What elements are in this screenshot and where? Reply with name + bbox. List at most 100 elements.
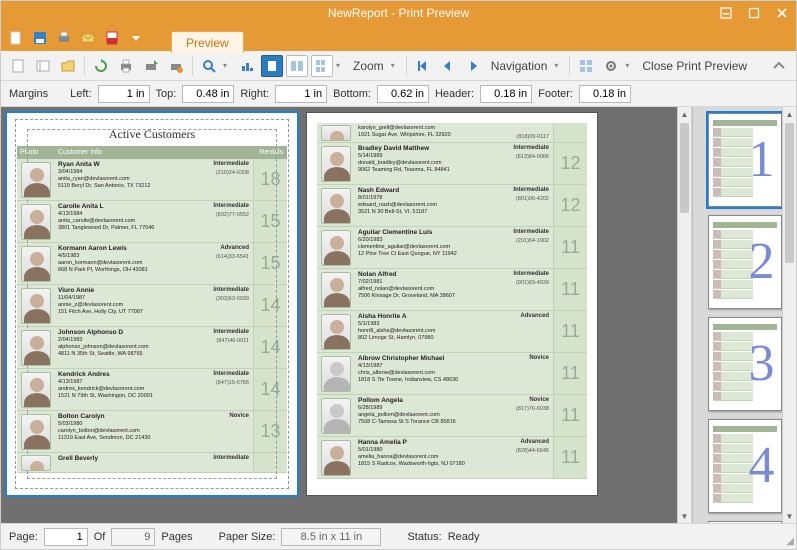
- margin-left-input[interactable]: [98, 85, 150, 103]
- print-layout-icon[interactable]: [32, 55, 54, 77]
- table-row: karolyn_grell@devlasorent.com1921 Sugar …: [317, 123, 587, 143]
- preview-scrollbar[interactable]: ▲ ▼: [677, 107, 691, 523]
- minimize-button[interactable]: [712, 1, 740, 25]
- scroll-up-icon[interactable]: ▲: [678, 107, 691, 121]
- thumbnails-toggle-icon[interactable]: [575, 55, 597, 77]
- margin-left-label: Left:: [70, 88, 91, 100]
- margin-header-input[interactable]: [480, 85, 532, 103]
- customer-info: Grell BeverlyIntermediate: [55, 453, 253, 472]
- thumbnail-page-3[interactable]: 3: [708, 317, 782, 411]
- table-row: Bradley David Matthew5/14/1989donald_bra…: [317, 143, 587, 185]
- one-page-icon[interactable]: [261, 55, 283, 77]
- print-options-icon[interactable]: [165, 55, 187, 77]
- print-icon[interactable]: [115, 55, 137, 77]
- margin-header-label: Header:: [435, 88, 474, 100]
- thumbnails-scrollbar[interactable]: ▲ ▼: [782, 107, 796, 523]
- window-title: NewReport - Print Preview: [328, 6, 469, 20]
- qat-save-icon[interactable]: [31, 29, 49, 47]
- ribbon-tab-preview[interactable]: Preview: [171, 31, 244, 53]
- thumb-scroll-up-icon[interactable]: ▲: [783, 107, 796, 121]
- thumb-scroll-down-icon[interactable]: ▼: [783, 509, 796, 523]
- thumbnail-page-2[interactable]: 2: [708, 215, 782, 309]
- customer-info: Pollom Angela6/28/1989angela_pollom@devl…: [355, 395, 553, 436]
- margin-top-input[interactable]: [182, 85, 234, 103]
- table-row: Johnson Alphonso D2/04/1983alphonso_john…: [17, 327, 287, 369]
- navigation-dropdown[interactable]: ▾: [554, 61, 564, 70]
- table-row: Hanna Amelia P5/01/1980amelia_hanna@devl…: [317, 437, 587, 479]
- view-dropdown[interactable]: ▾: [625, 61, 635, 70]
- status-value: Ready: [448, 531, 480, 543]
- ribbon-collapse-icon[interactable]: [768, 55, 790, 77]
- margin-right-input[interactable]: [275, 85, 327, 103]
- zoom-dropdown[interactable]: ▾: [391, 61, 401, 70]
- next-page-icon[interactable]: [462, 55, 484, 77]
- status-bar: Page: Of Pages Paper Size: Status: Ready…: [1, 523, 796, 549]
- thumb-scroll-thumb[interactable]: [785, 123, 794, 263]
- page-setup-icon[interactable]: [7, 55, 29, 77]
- titlebar: NewReport - Print Preview: [1, 1, 796, 25]
- margin-bottom-input[interactable]: [377, 85, 429, 103]
- table-row: Carolle Anita L4/13/1984anita_carolle@de…: [17, 201, 287, 243]
- avatar: [21, 162, 51, 198]
- rentals-count: 12: [553, 143, 587, 184]
- table-row: Pollom Angela6/28/1989angela_pollom@devl…: [317, 395, 587, 437]
- margin-footer-input[interactable]: [579, 85, 631, 103]
- customer-info: Nolan Alfred7/02/1981alfred_nolan@devlas…: [355, 269, 553, 310]
- preview-page-2[interactable]: karolyn_grell@devlasorent.com1921 Sugar …: [307, 113, 597, 495]
- rentals-count: 11: [553, 227, 587, 268]
- customer-info: Ryan Anita W3/04/1984anita_ryan@devlasor…: [55, 159, 253, 200]
- maximize-button[interactable]: [740, 1, 768, 25]
- table-row: Aguilar Clementine Luis6/20/1983clementi…: [317, 227, 587, 269]
- magnifier-dropdown[interactable]: ▾: [223, 61, 233, 70]
- page-layout-dropdown[interactable]: ▾: [336, 61, 346, 70]
- preview-pane[interactable]: Active Customers Photo Customer Info Ren…: [1, 107, 692, 523]
- avatar: [321, 188, 351, 224]
- scroll-thumb[interactable]: [680, 123, 689, 213]
- rentals-count: 11: [553, 269, 587, 310]
- qat-print-icon[interactable]: [55, 29, 73, 47]
- qat-mail-icon[interactable]: [79, 29, 97, 47]
- chart-view-icon[interactable]: [236, 55, 258, 77]
- page-label: Page:: [9, 531, 38, 543]
- avatar: [321, 398, 351, 434]
- close-button[interactable]: [768, 1, 796, 25]
- avatar: [321, 356, 351, 392]
- refresh-icon[interactable]: [90, 55, 112, 77]
- thumbnails-panel: 12345 ▲ ▼: [692, 107, 796, 523]
- quick-print-icon[interactable]: [140, 55, 162, 77]
- thumbnail-page-4[interactable]: 4: [708, 419, 782, 513]
- margin-footer-label: Footer:: [538, 88, 573, 100]
- view-settings-icon[interactable]: [600, 55, 622, 77]
- prev-page-icon[interactable]: [437, 55, 459, 77]
- table-row: Nash Edward8/01/1978edward_nash@devlasor…: [317, 185, 587, 227]
- ribbon-toolbar: ▾ ▾ Zoom ▾ Navigation ▾ ▾ Close Print Pr…: [1, 51, 796, 81]
- status-label: Status:: [407, 531, 441, 543]
- avatar: [21, 204, 51, 240]
- scroll-down-icon[interactable]: ▼: [678, 509, 691, 523]
- open-file-icon[interactable]: [57, 55, 79, 77]
- first-page-icon[interactable]: [412, 55, 434, 77]
- qat-new-icon[interactable]: [7, 29, 25, 47]
- quick-access-toolbar: Preview: [1, 25, 796, 51]
- preview-page-1[interactable]: Active Customers Photo Customer Info Ren…: [7, 113, 297, 495]
- qat-export-pdf-icon[interactable]: [103, 29, 121, 47]
- table-row: Kendrick Andres4/13/1987andres_kendrick@…: [17, 369, 287, 411]
- multi-page-icon[interactable]: [311, 55, 333, 77]
- margins-bar: Margins Left: Top: Right: Bottom: Header…: [1, 81, 796, 107]
- avatar: [21, 372, 51, 408]
- avatar: [21, 414, 51, 450]
- resize-grip-icon[interactable]: ◢: [786, 536, 794, 547]
- magnifier-icon[interactable]: [198, 55, 220, 77]
- current-page-input[interactable]: [44, 528, 88, 546]
- customer-info: karolyn_grell@devlasorent.com1921 Sugar …: [355, 123, 553, 142]
- avatar: [321, 272, 351, 308]
- thumbnail-page-1[interactable]: 1: [708, 113, 782, 207]
- two-page-icon[interactable]: [286, 55, 308, 77]
- margin-right-label: Right:: [240, 88, 269, 100]
- margin-top-label: Top:: [156, 88, 177, 100]
- rentals-count: 11: [553, 353, 587, 394]
- thumbnail-number: 4: [749, 440, 775, 492]
- qat-dropdown-icon[interactable]: [127, 29, 145, 47]
- close-preview-button[interactable]: Close Print Preview: [638, 59, 751, 73]
- customer-info: Bolton Carolyn5/03/1980carolyn_bolton@de…: [55, 411, 253, 452]
